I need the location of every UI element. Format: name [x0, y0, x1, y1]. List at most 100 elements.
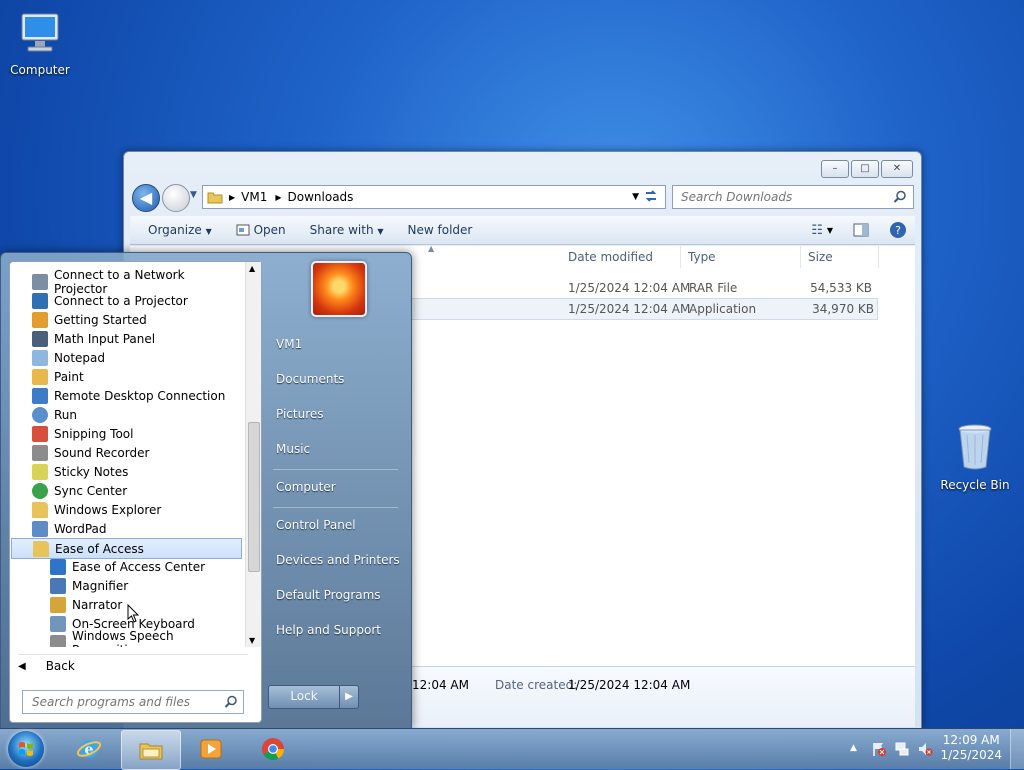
column-size[interactable]: Size: [802, 246, 879, 268]
program-item[interactable]: Magnifier: [50, 576, 240, 595]
search-icon[interactable]: [224, 695, 238, 709]
breadcrumb-arrow-icon[interactable]: ▶: [275, 193, 281, 202]
search-box[interactable]: [672, 185, 914, 209]
search-icon[interactable]: [893, 190, 907, 204]
preview-pane-icon[interactable]: [853, 223, 869, 237]
computer-link[interactable]: Computer: [276, 480, 336, 494]
program-label: Remote Desktop Connection: [54, 388, 226, 403]
windows-explorer-taskbar-button[interactable]: [121, 730, 181, 770]
breadcrumb-vm1[interactable]: VM1: [241, 190, 267, 204]
file-row[interactable]: 1/25/2024 12:04 AM RAR File 54,533 KB: [410, 278, 876, 298]
address-dropdown-icon[interactable]: ▼: [632, 192, 639, 202]
minimize-button[interactable]: –: [821, 160, 849, 178]
clock-date: 1/25/2024: [940, 748, 1002, 762]
folder-icon: [207, 192, 223, 204]
close-button[interactable]: ✕: [881, 160, 913, 178]
program-item[interactable]: Math Input Panel: [32, 329, 240, 348]
narrator-icon: [50, 596, 66, 613]
svg-text:?: ?: [895, 224, 901, 237]
program-item[interactable]: Sticky Notes: [32, 462, 240, 481]
network-icon[interactable]: [894, 741, 910, 757]
program-item[interactable]: Connect to a Network Projector: [32, 268, 240, 296]
computer-desktop-icon[interactable]: Computer: [0, 10, 80, 77]
start-button[interactable]: [8, 731, 44, 767]
media-player-taskbar-button[interactable]: [182, 730, 240, 768]
devices-and-printers-link[interactable]: Devices and Printers: [276, 553, 400, 567]
new-folder-button[interactable]: New folder: [396, 223, 485, 237]
program-list-scrollbar[interactable]: ▲ ▼: [245, 262, 261, 647]
clock[interactable]: 12:09 AM 1/25/2024: [940, 733, 1002, 763]
breadcrumb-arrow-icon[interactable]: ▶: [229, 193, 235, 202]
start-search-box[interactable]: [22, 690, 244, 714]
user-picture[interactable]: [311, 261, 367, 317]
folder-icon: [139, 743, 163, 760]
program-item[interactable]: Narrator: [50, 595, 240, 614]
program-item[interactable]: Paint: [32, 367, 240, 386]
program-label: Sync Center: [54, 483, 128, 498]
scrollbar-thumb[interactable]: [248, 422, 260, 572]
documents-link[interactable]: Documents: [276, 372, 344, 386]
maximize-button[interactable]: □: [851, 160, 879, 178]
ease-of-access-icon: [50, 558, 66, 575]
sync-icon: [32, 482, 48, 499]
user-folder-link[interactable]: VM1: [276, 337, 302, 351]
music-link[interactable]: Music: [276, 442, 310, 456]
open-button[interactable]: Open: [224, 223, 298, 237]
default-programs-link[interactable]: Default Programs: [276, 588, 381, 602]
pictures-link[interactable]: Pictures: [276, 407, 324, 421]
chevron-down-icon[interactable]: ▼: [827, 226, 833, 235]
address-bar[interactable]: ▶ VM1 ▶ Downloads ▼: [202, 185, 666, 209]
file-row[interactable]: 1/25/2024 12:04 AM Application 34,970 KB: [410, 298, 878, 320]
computer-icon: [21, 13, 59, 52]
program-item[interactable]: Sound Recorder: [32, 443, 240, 462]
paint-icon: [32, 368, 48, 385]
program-item[interactable]: Remote Desktop Connection: [32, 386, 240, 405]
program-item[interactable]: Sync Center: [32, 481, 240, 500]
column-date-modified[interactable]: Date modified: [562, 246, 681, 268]
program-item[interactable]: Windows Speech Recognition: [50, 629, 240, 647]
recycle-bin-desktop-icon[interactable]: Recycle Bin: [935, 423, 1015, 492]
program-item[interactable]: Getting Started: [32, 310, 240, 329]
start-search-input[interactable]: [30, 694, 224, 710]
microphone-icon: [50, 634, 66, 647]
show-hidden-icons-icon[interactable]: ▲: [850, 743, 857, 753]
back-button[interactable]: ◀ Back: [18, 654, 248, 677]
chrome-taskbar-button[interactable]: [244, 730, 302, 768]
view-options-icon[interactable]: ☷: [811, 223, 823, 238]
action-center-flag-icon[interactable]: [871, 741, 887, 757]
program-label: Getting Started: [54, 312, 147, 327]
help-icon[interactable]: ?: [889, 221, 907, 239]
scroll-up-icon[interactable]: ▲: [249, 264, 255, 273]
organize-button[interactable]: Organize ▼: [136, 223, 224, 237]
lock-button[interactable]: Lock: [268, 685, 340, 709]
back-button[interactable]: ◀: [132, 184, 160, 212]
forward-button[interactable]: [162, 184, 190, 212]
help-and-support-link[interactable]: Help and Support: [276, 623, 381, 637]
program-item[interactable]: Run: [32, 405, 240, 424]
program-item[interactable]: Ease of Access Center: [50, 557, 240, 576]
program-label: Narrator: [72, 597, 123, 612]
program-item[interactable]: Snipping Tool: [32, 424, 240, 443]
control-panel-link[interactable]: Control Panel: [276, 518, 356, 532]
back-arrow-icon: ◀: [18, 660, 26, 672]
program-item[interactable]: Notepad: [32, 348, 240, 367]
internet-explorer-taskbar-button[interactable]: e: [60, 730, 118, 768]
share-with-button[interactable]: Share with ▼: [298, 223, 396, 237]
recent-pages-chevron-icon[interactable]: ▼: [190, 190, 197, 200]
program-item[interactable]: Ease of Access: [11, 538, 242, 559]
program-label: Windows Speech Recognition: [72, 628, 174, 648]
start-menu-places-panel: VM1 Documents Pictures Music Computer Co…: [261, 253, 409, 728]
program-item[interactable]: WordPad: [32, 519, 240, 538]
shutdown-options-arrow-icon[interactable]: ▶: [339, 685, 359, 709]
column-type[interactable]: Type: [682, 246, 801, 268]
start-menu: Connect to a Network Projector Connect to…: [0, 252, 412, 729]
volume-muted-icon[interactable]: [917, 741, 933, 757]
scroll-down-icon[interactable]: ▼: [249, 636, 255, 645]
program-item[interactable]: Connect to a Projector: [32, 291, 240, 310]
refresh-button[interactable]: [640, 185, 662, 207]
share-with-label: Share with: [309, 223, 374, 237]
program-item[interactable]: Windows Explorer: [32, 500, 240, 519]
show-desktop-button[interactable]: [1010, 729, 1024, 769]
search-input[interactable]: [679, 189, 883, 205]
breadcrumb-downloads[interactable]: Downloads: [288, 190, 354, 204]
